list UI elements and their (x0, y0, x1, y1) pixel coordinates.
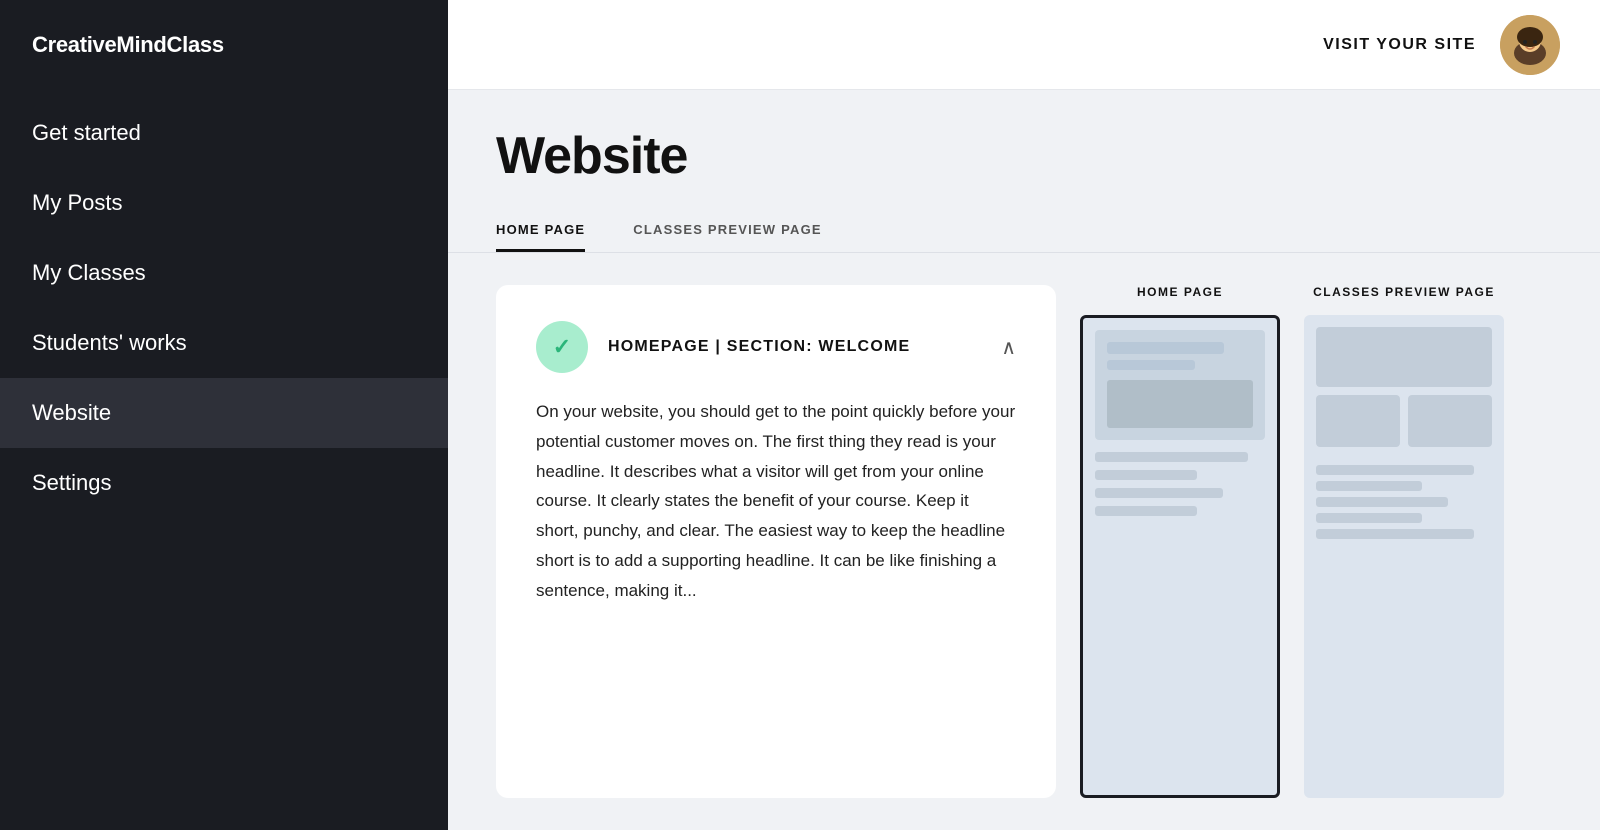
sidebar-navigation: Get started My Posts My Classes Students… (0, 98, 448, 830)
previews-area: HOME PAGE (1080, 285, 1552, 798)
page-title: Website (496, 126, 1552, 186)
tab-home-page[interactable]: HOME PAGE (496, 210, 585, 252)
classes-preview-col: CLASSES PREVIEW PAGE (1304, 285, 1504, 798)
mock-small-line-1 (1316, 465, 1474, 475)
check-circle-icon: ✓ (536, 321, 588, 373)
tab-classes-preview-page[interactable]: CLASSES PREVIEW PAGE (633, 210, 821, 252)
mock-line-2 (1095, 470, 1197, 480)
mock-small-line-5 (1316, 529, 1474, 539)
sidebar-item-my-classes[interactable]: My Classes (0, 238, 448, 308)
main-area: VISIT YOUR SITE Website HOME PAGE CLA (448, 0, 1600, 830)
classes-preview-label: CLASSES PREVIEW PAGE (1304, 285, 1504, 315)
mock-small-lines (1316, 465, 1492, 539)
sidebar-logo: CreativeMindClass (0, 0, 448, 98)
avatar-image (1500, 15, 1560, 75)
topbar: VISIT YOUR SITE (448, 0, 1600, 90)
mock-line-1 (1095, 452, 1248, 462)
mock-screen (1095, 330, 1265, 440)
card-section-title: HOMEPAGE | Section: Welcome (608, 338, 989, 356)
checkmark-icon: ✓ (553, 334, 571, 360)
card-body-text: On your website, you should get to the p… (536, 397, 1016, 605)
sidebar-item-get-started[interactable]: Get started (0, 98, 448, 168)
mock-line-4 (1095, 506, 1197, 516)
mock-big-block (1316, 327, 1492, 387)
info-card: ✓ HOMEPAGE | Section: Welcome ∧ On your … (496, 285, 1056, 798)
sidebar-item-settings[interactable]: Settings (0, 448, 448, 518)
mock-blocks-row (1316, 395, 1492, 447)
sidebar-item-website[interactable]: Website (0, 378, 448, 448)
home-page-preview-label: HOME PAGE (1080, 285, 1280, 315)
mock-block-2 (1408, 395, 1492, 447)
tabs-row: HOME PAGE CLASSES PREVIEW PAGE (448, 210, 1600, 253)
mock-block-1 (1316, 395, 1400, 447)
mock-small-line-3 (1316, 497, 1448, 507)
avatar[interactable] (1500, 15, 1560, 75)
panels-area: ✓ HOMEPAGE | Section: Welcome ∧ On your … (448, 253, 1600, 830)
classes-preview-mock[interactable] (1304, 315, 1504, 798)
sidebar-item-students-works[interactable]: Students' works (0, 308, 448, 378)
mock-line-3 (1095, 488, 1223, 498)
chevron-up-icon[interactable]: ∧ (1001, 335, 1016, 360)
mock-small-line-2 (1316, 481, 1422, 491)
home-page-preview-mock[interactable] (1080, 315, 1280, 798)
mock-small-line-4 (1316, 513, 1422, 523)
content-area: Website HOME PAGE CLASSES PREVIEW PAGE ✓… (448, 90, 1600, 830)
sidebar: CreativeMindClass Get started My Posts M… (0, 0, 448, 830)
card-header: ✓ HOMEPAGE | Section: Welcome ∧ (536, 321, 1016, 373)
visit-site-button[interactable]: VISIT YOUR SITE (1323, 36, 1476, 54)
page-title-bar: Website (448, 90, 1600, 210)
home-page-preview-col: HOME PAGE (1080, 285, 1280, 798)
sidebar-item-my-posts[interactable]: My Posts (0, 168, 448, 238)
